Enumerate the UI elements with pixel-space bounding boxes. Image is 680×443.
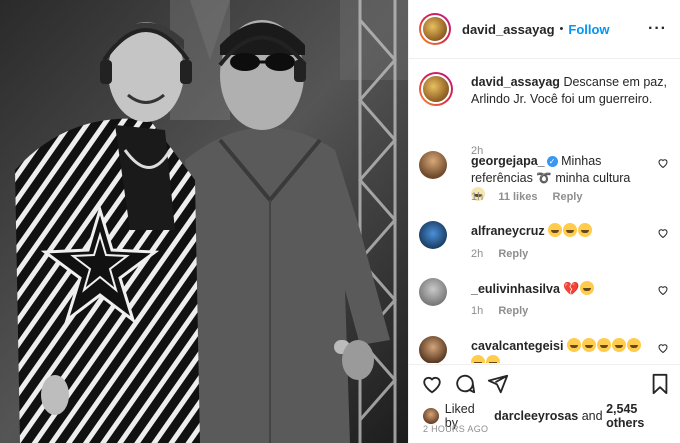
other-likers-link[interactable]: 2,545 others [606, 402, 678, 430]
crying-emoji-icon [548, 223, 563, 237]
likes-conjunction: and [581, 409, 603, 423]
post-photo-graphic [0, 0, 408, 443]
comment-time[interactable]: 1h [471, 305, 483, 317]
comment-reply-button[interactable]: Reply [498, 305, 528, 317]
comment-text-block: cavalcantegeisi [471, 338, 646, 363]
crying-emoji-icon [578, 223, 593, 237]
comment-username[interactable]: _eulivinhasilva [471, 282, 560, 296]
post-actions-bar [409, 364, 680, 400]
comment-icon[interactable] [454, 373, 476, 395]
sad-emoji-icon [579, 281, 594, 295]
heart-icon[interactable] [421, 373, 443, 395]
comment-meta: 2h Reply [471, 248, 540, 260]
broken-heart-emoji-icon: 💔 [563, 281, 580, 296]
comment-reply-button[interactable]: Reply [553, 191, 583, 203]
caption-username[interactable]: david_assayag [471, 75, 560, 89]
comment-text-block: _eulivinhasilva 💔 [471, 280, 646, 298]
share-icon[interactable] [487, 373, 509, 395]
comment-time[interactable]: 2h [471, 248, 483, 260]
author-username[interactable]: david_assayag [462, 22, 555, 37]
verified-badge-icon: ✓ [546, 156, 558, 167]
comment-like-heart-icon[interactable] [657, 157, 669, 169]
comment-avatar[interactable] [419, 336, 447, 363]
crying-emoji-icon [471, 355, 485, 363]
post-details-panel: david_assayag • Follow ··· david_assayag… [408, 0, 680, 443]
author-avatar[interactable] [419, 13, 451, 45]
crying-emoji-icon [566, 338, 581, 352]
post-header: david_assayag • Follow ··· [409, 0, 680, 59]
caption-author-avatar[interactable] [419, 72, 453, 106]
comment-meta: 1h Reply [471, 305, 540, 317]
comment-text-block: alfraneycruz [471, 223, 646, 240]
comment-avatar[interactable] [419, 151, 447, 179]
liker-avatar[interactable] [423, 408, 439, 424]
crying-emoji-icon [581, 338, 596, 352]
comment-like-heart-icon[interactable] [657, 284, 669, 296]
comment-meta: 1h 11 likes Reply [471, 191, 595, 203]
comment-username[interactable]: georgejapa_ [471, 154, 545, 168]
crying-emoji-icon [486, 355, 500, 363]
comment-reply-button[interactable]: Reply [498, 248, 528, 260]
comment-avatar[interactable] [419, 278, 447, 306]
crying-emoji-icon [626, 338, 641, 352]
bookmark-icon[interactable] [649, 373, 671, 395]
comment-username[interactable]: alfraneycruz [471, 224, 545, 238]
caption-text-block: david_assayag Descanse em paz, Arlindo J… [471, 74, 680, 108]
comment-likes[interactable]: 11 likes [498, 191, 537, 203]
comment-avatar[interactable] [419, 221, 447, 249]
comment-username[interactable]: cavalcantegeisi [471, 339, 563, 353]
comment-like-heart-icon[interactable] [657, 227, 669, 239]
comments-list[interactable]: david_assayag Descanse em paz, Arlindo J… [409, 60, 680, 363]
crying-emoji-icon [611, 338, 626, 352]
comment-like-heart-icon[interactable] [657, 342, 669, 354]
crying-emoji-icon [563, 223, 578, 237]
post-timestamp[interactable]: 2 HOURS AGO [423, 424, 488, 434]
follow-button[interactable]: Follow [568, 22, 609, 37]
header-separator: • [559, 23, 564, 35]
more-options-icon[interactable]: ··· [648, 20, 667, 38]
first-liker-username[interactable]: darcleeyrosas [494, 409, 578, 423]
post-photo[interactable] [0, 0, 408, 443]
comment-time[interactable]: 1h [471, 191, 483, 203]
crying-emoji-icon [596, 338, 611, 352]
